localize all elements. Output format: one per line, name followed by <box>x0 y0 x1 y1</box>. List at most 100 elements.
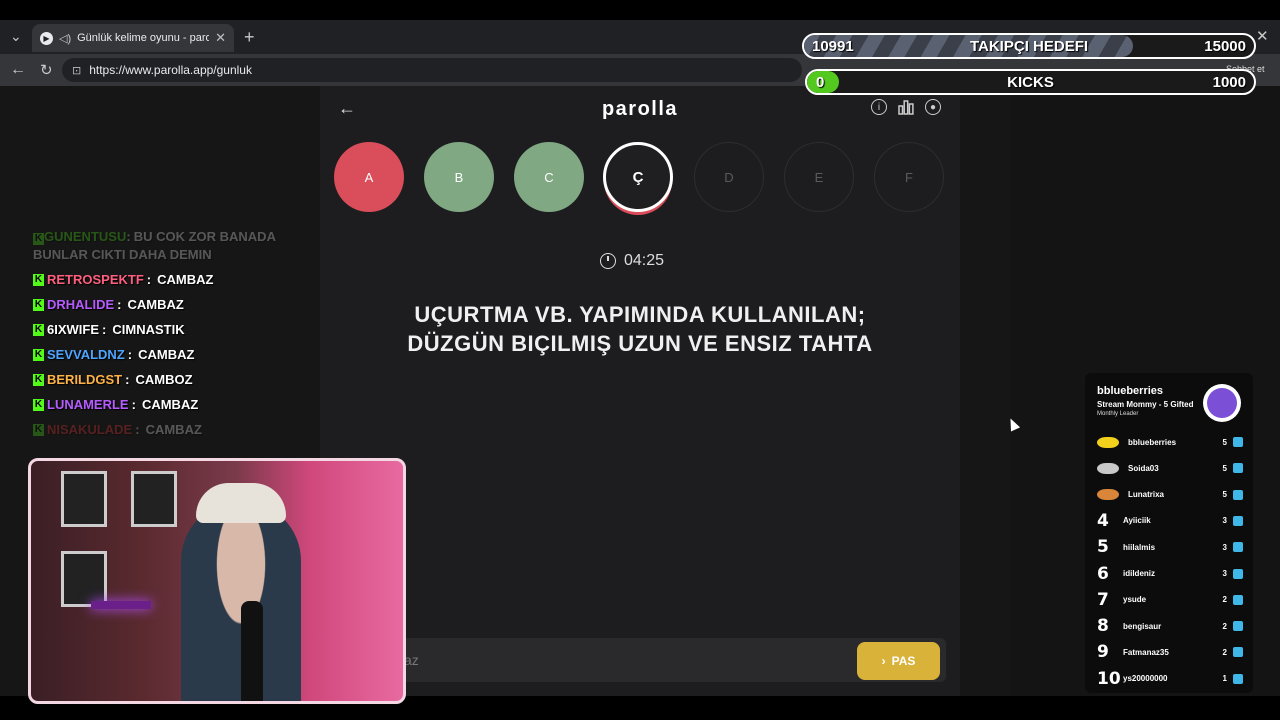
chat-message: K LUNAMERLE: CAMBAZ <box>33 397 198 412</box>
leaderboard-rank: 9 <box>1097 642 1109 663</box>
leaderboard-row: 5 hiilalmis 3 <box>1097 537 1243 557</box>
gift-icon <box>1233 621 1243 632</box>
chat-username[interactable]: LUNAMERLE <box>47 397 129 412</box>
chat-separator: : <box>117 297 122 312</box>
site-info-icon[interactable]: ⊡ <box>72 64 81 77</box>
kick-badge-icon: K <box>33 273 44 286</box>
streamer-hair <box>196 483 286 523</box>
chat-separator: : <box>125 372 130 387</box>
chat-separator: : <box>146 272 152 287</box>
gift-icon <box>1233 542 1243 553</box>
kick-badge-icon: K <box>33 323 44 336</box>
leaderboard-count: 5 <box>1222 490 1227 500</box>
window-close-icon[interactable]: ✕ <box>1256 27 1269 45</box>
leaderboard-count: 3 <box>1222 542 1227 552</box>
leaderboard-count: 5 <box>1222 463 1227 473</box>
leaderboard-name: bengisaur <box>1123 621 1162 631</box>
leaderboard-count: 3 <box>1222 569 1227 578</box>
neon-shelf <box>91 601 151 609</box>
leaderboard-count: 2 <box>1222 621 1227 631</box>
gift-icon <box>1233 515 1243 526</box>
wall-photo <box>131 471 177 527</box>
leaderboard-subtitle-2: Monthly Leader <box>1097 411 1139 417</box>
kick-badge-icon: K <box>33 373 44 386</box>
chat-text: CAMBAZ <box>127 297 184 312</box>
leaderboard-count: 3 <box>1222 516 1227 526</box>
leaderboard-count: 2 <box>1222 647 1227 657</box>
kicks-goal-target: 1000 <box>1212 73 1246 91</box>
letter-4: D <box>694 142 764 212</box>
leaderboard-name: Ayiiciik <box>1123 516 1151 526</box>
leaderboard-name: ys20000000 <box>1123 674 1168 684</box>
chat-username[interactable]: BERILDGST <box>47 372 122 387</box>
leaderboard-rank: 8 <box>1097 616 1109 637</box>
leaderboard-rank: 10 <box>1097 668 1121 689</box>
leaderboard-row: 10 ys20000000 1 <box>1097 669 1243 689</box>
chat-username[interactable]: DRHALIDE <box>47 297 114 312</box>
lips-rank-icon <box>1097 489 1119 501</box>
leaderboard-row: 7 ysude 2 <box>1097 590 1243 610</box>
new-tab-button[interactable]: + <box>244 27 255 48</box>
chat-message: K NISAKULADE: CAMBAZ <box>33 422 202 437</box>
chat-username[interactable]: GUNENTUSU <box>44 229 126 244</box>
chat-username[interactable]: 6IXWIFE <box>47 322 99 337</box>
leaderboard-row: 4 Ayiiciik 3 <box>1097 511 1243 531</box>
parolla-favicon-icon: ▶ <box>40 31 53 45</box>
tab-title: Günlük kelime oyunu - parolla <box>77 32 210 44</box>
speaker-icon[interactable]: ◁) <box>59 32 71 45</box>
chat-username[interactable]: SEVVALDNZ <box>47 347 125 362</box>
question-text: UÇURTMA VB. YAPIMINDA KULLANILAN; DÜZGÜN… <box>407 302 873 356</box>
clock-icon <box>600 253 616 269</box>
tab-list-chevron-icon[interactable]: ⌄ <box>10 28 22 45</box>
chat-message: K GUNENTUSU: BU COK ZOR BANADA BUNLAR CIKT… <box>33 228 283 264</box>
gift-icon <box>1233 673 1243 684</box>
leaderboard-row: Soida03 5 <box>1097 458 1243 478</box>
gift-icon <box>1233 463 1243 474</box>
address-bar[interactable]: ⊡ https://www.parolla.app/gunluk <box>62 58 802 82</box>
leader-avatar <box>1203 384 1241 422</box>
letter-6: F <box>874 142 944 212</box>
leaderboard-row: 9 Fatmanaz35 2 <box>1097 642 1243 662</box>
leaderboard-rank: 4 <box>1097 510 1109 531</box>
leaderboard-leader: bblueberries <box>1097 385 1164 397</box>
leaderboard-name: ysude <box>1123 595 1147 605</box>
chat-username[interactable]: RETROSPEKTF <box>47 272 144 287</box>
chat-text: CAMBAZ <box>138 347 195 362</box>
gift-icon <box>1233 594 1243 605</box>
leaderboard-row: 6 idildeniz 3 <box>1097 564 1243 584</box>
pass-button[interactable]: › PAS <box>857 642 940 680</box>
profile-icon[interactable]: ● <box>925 99 941 115</box>
tab-close-icon[interactable]: ✕ <box>215 30 226 46</box>
back-icon[interactable]: ← <box>10 61 26 79</box>
answer-placeholder: az <box>404 652 419 668</box>
chat-separator: : <box>126 229 131 244</box>
timer: 04:25 <box>600 252 664 270</box>
brand-logo: parolla <box>601 97 679 120</box>
chat-message: K RETROSPEKTF: CAMBAZ <box>33 272 213 287</box>
wall-photo <box>61 551 107 607</box>
browser-tab[interactable]: ▶ ◁) Günlük kelime oyunu - parolla ✕ <box>32 24 234 52</box>
gift-icon <box>1233 568 1243 579</box>
leaderboard-name: bblueberries <box>1128 437 1177 447</box>
lips-rank-icon <box>1097 462 1119 474</box>
gift-icon <box>1233 647 1243 658</box>
stats-icon[interactable] <box>898 100 914 115</box>
kicks-goal-bar: 0 KICKS 1000 <box>805 69 1256 95</box>
leaderboard-name: Fatmanaz35 <box>1123 647 1169 657</box>
info-icon[interactable]: i <box>871 99 887 115</box>
leaderboard-name: Soida03 <box>1128 463 1159 473</box>
letter-1: B <box>424 142 494 212</box>
leaderboard-rank: 5 <box>1097 537 1109 558</box>
lips-rank-icon <box>1097 436 1119 448</box>
reload-icon[interactable]: ↻ <box>40 61 53 79</box>
chat-separator: : <box>127 347 133 362</box>
chat-username[interactable]: NISAKULADE <box>47 422 132 437</box>
microphone <box>241 601 263 701</box>
chat-text: CAMBAZ <box>145 422 202 437</box>
chat-text: CAMBAZ <box>157 272 214 287</box>
leaderboard-rank: 6 <box>1097 563 1109 584</box>
letter-3: Ç <box>603 142 673 212</box>
leaderboard-name: hiilalmis <box>1123 542 1156 552</box>
kick-badge-icon: K <box>33 398 44 411</box>
chat-message: K BERILDGST: CAMBOZ <box>33 372 193 387</box>
